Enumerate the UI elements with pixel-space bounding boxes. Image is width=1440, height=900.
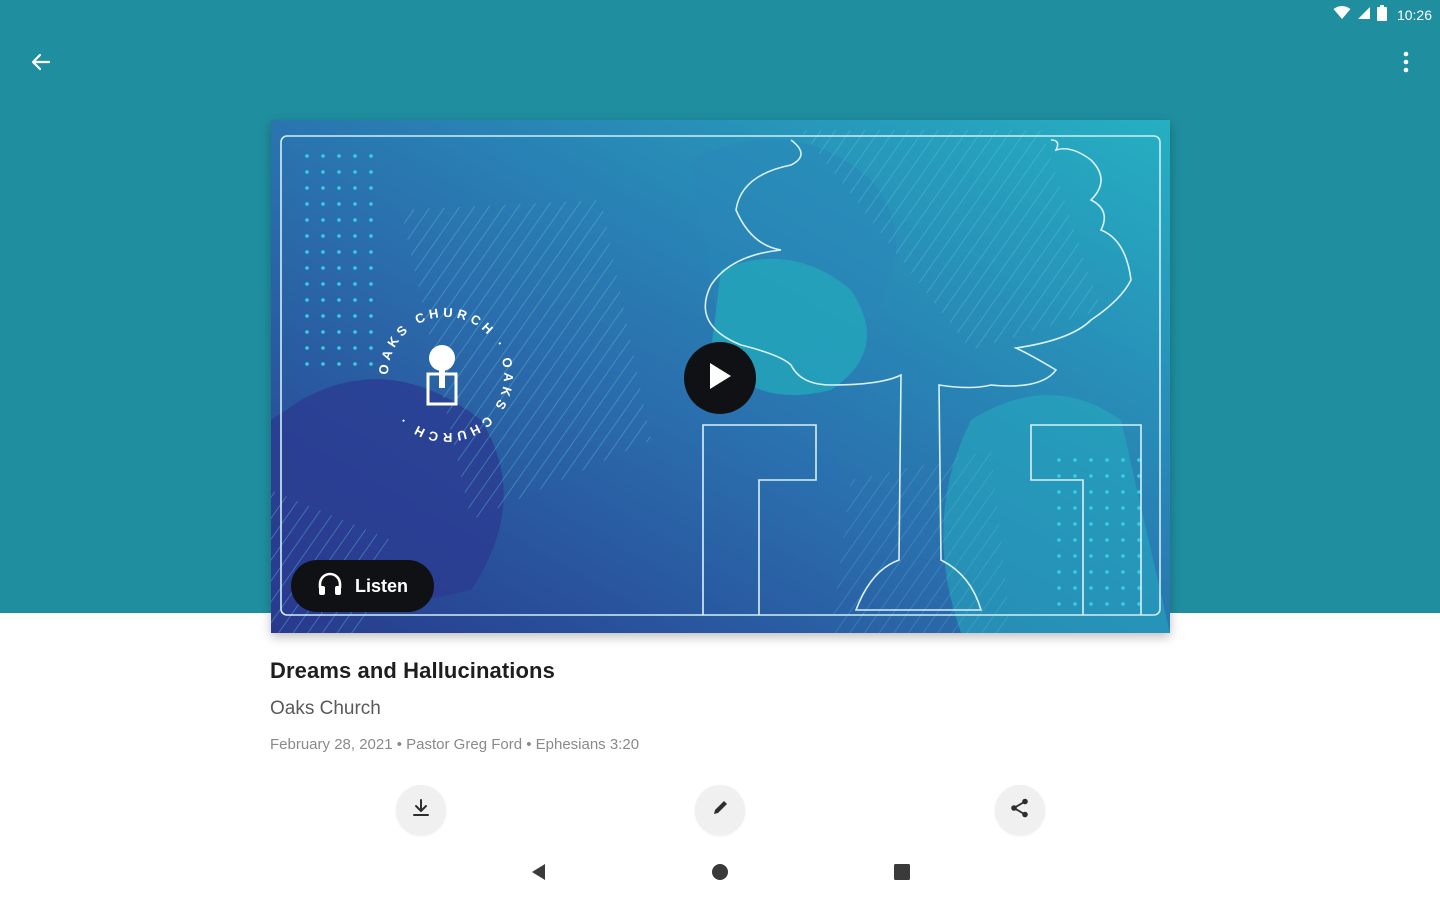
church-name: Oaks Church	[270, 698, 381, 719]
pencil-icon	[710, 798, 730, 823]
arrow-back-icon	[29, 50, 53, 79]
wifi-icon	[1333, 5, 1351, 25]
download-icon	[410, 797, 432, 824]
share-button[interactable]	[995, 785, 1045, 835]
status-bar: 10:26	[1333, 4, 1432, 26]
headphones-icon	[317, 571, 343, 602]
nav-home-icon	[711, 863, 729, 886]
back-button[interactable]	[17, 40, 65, 88]
sermon-title: Dreams and Hallucinations	[270, 658, 555, 683]
listen-button[interactable]: Listen	[291, 560, 434, 612]
nav-back-button[interactable]	[526, 862, 550, 886]
system-navigation-bar	[0, 848, 1440, 900]
cell-signal-icon	[1357, 6, 1371, 25]
download-button[interactable]	[396, 785, 446, 835]
nav-home-button[interactable]	[708, 862, 732, 886]
more-vert-icon	[1403, 51, 1409, 78]
share-icon	[1009, 797, 1031, 824]
play-icon	[707, 361, 733, 396]
play-button[interactable]	[684, 342, 756, 414]
listen-label: Listen	[355, 575, 409, 596]
status-time: 10:26	[1396, 7, 1432, 23]
sermon-media-card: OAKS CHURCH · OAKS CHURCH · Listen	[271, 120, 1170, 633]
nav-back-icon	[530, 863, 546, 886]
edit-notes-button[interactable]	[695, 785, 745, 835]
overflow-menu-button[interactable]	[1382, 40, 1430, 88]
sermon-meta: February 28, 2021 • Pastor Greg Ford • E…	[270, 736, 640, 753]
battery-icon	[1376, 4, 1387, 26]
nav-recents-button[interactable]	[890, 862, 914, 886]
nav-recents-icon	[893, 863, 911, 886]
